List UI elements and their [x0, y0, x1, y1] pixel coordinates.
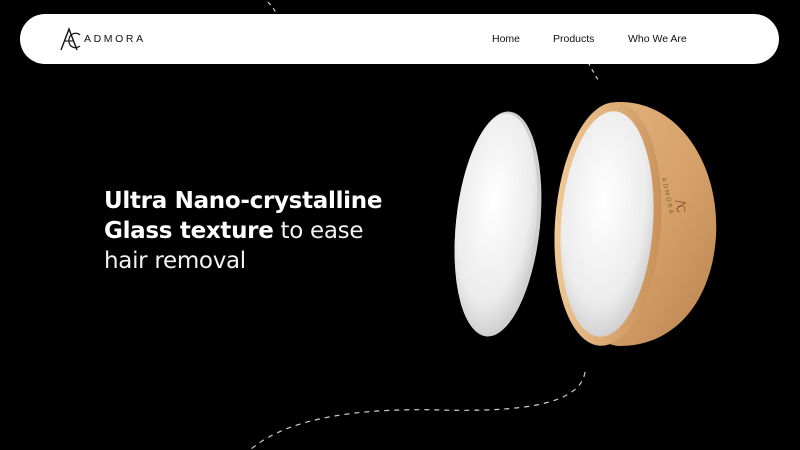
main-nav: Home Products Who We Are [20, 14, 779, 64]
nav-link-who-we-are[interactable]: Who We Are [628, 33, 687, 45]
hero-line-3: hair removal [104, 248, 246, 274]
hero-line-2: Glass texture to ease [104, 216, 414, 246]
top-navbar: ADMORA Home Products Who We Are [20, 14, 779, 64]
hero-line-2-bold: Glass texture [104, 218, 274, 244]
product-image-glass-eraser: ADMORA [454, 102, 717, 346]
page: ADMORA Home Products Who We Are Ultra Na… [0, 0, 800, 450]
hero-line-1: Ultra Nano-crystalline [104, 188, 383, 214]
hero-headline: Ultra Nano-crystalline Glass texture to … [104, 186, 414, 276]
glass-disc [454, 111, 542, 337]
nav-link-home[interactable]: Home [492, 33, 520, 45]
wooden-holder: ADMORA [554, 102, 717, 346]
hero-line-2-light: to ease [273, 218, 364, 244]
nav-link-products[interactable]: Products [553, 33, 594, 45]
